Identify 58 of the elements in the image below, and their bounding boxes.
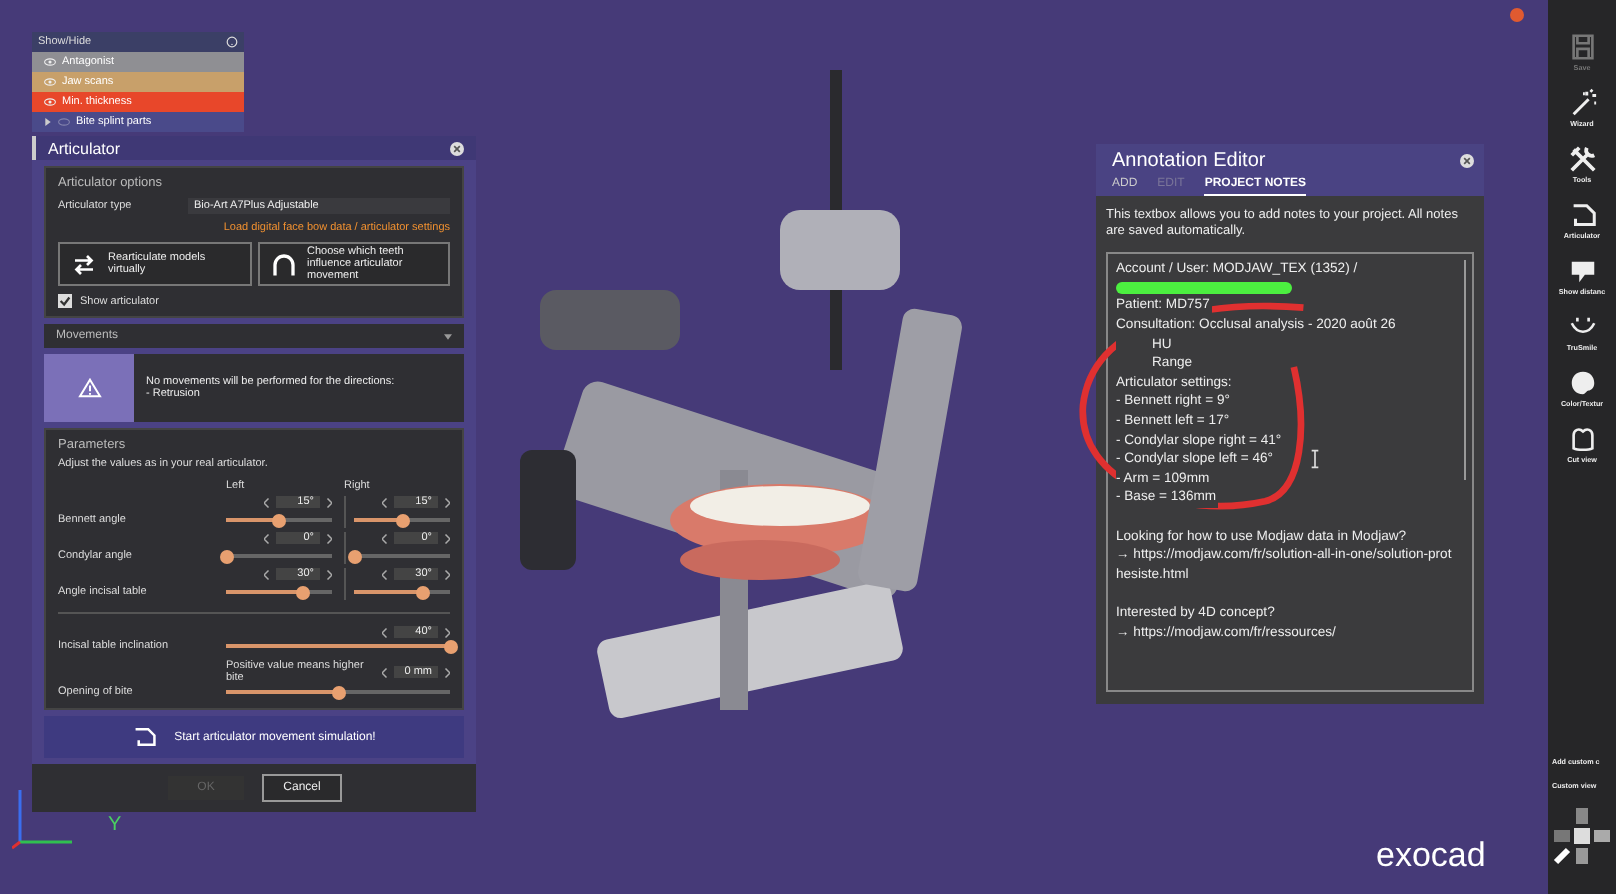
close-icon[interactable] (450, 141, 464, 156)
increment-icon[interactable] (326, 497, 332, 508)
logo-text: exocad (1376, 836, 1486, 876)
slider-thumb[interactable] (219, 549, 233, 564)
help-icon[interactable] (226, 36, 238, 48)
increment-icon[interactable] (444, 627, 450, 638)
swap-icon (72, 253, 96, 276)
speech-bubble-icon (1567, 256, 1597, 286)
slider-thumb[interactable] (272, 513, 286, 528)
increment-icon[interactable] (444, 497, 450, 508)
slider[interactable] (354, 554, 450, 559)
eye-icon[interactable] (44, 98, 56, 106)
palette-icon (1567, 368, 1597, 398)
decrement-icon[interactable] (264, 497, 270, 508)
slider[interactable] (354, 518, 450, 523)
slider-thumb[interactable] (295, 585, 310, 600)
slider[interactable] (226, 590, 332, 595)
expand-icon[interactable] (44, 118, 52, 126)
warning-icon (77, 378, 101, 399)
axis-label: Y (108, 814, 122, 836)
increment-icon[interactable] (444, 569, 450, 580)
save-icon (1567, 32, 1597, 62)
tools-icon (1567, 144, 1597, 174)
panel-title: Articulator (48, 139, 121, 158)
arch-icon (271, 253, 295, 276)
slider-thumb[interactable] (331, 685, 345, 700)
decrement-icon[interactable] (382, 667, 388, 678)
panel-title: Annotation Editor (1112, 150, 1266, 172)
magic-wand-icon (1567, 88, 1597, 118)
slider[interactable] (226, 690, 450, 695)
eye-icon[interactable] (44, 58, 56, 66)
close-icon[interactable] (1460, 154, 1474, 168)
decrement-icon[interactable] (382, 497, 388, 508)
notification-icon[interactable] (1510, 8, 1524, 22)
slider-thumb[interactable] (347, 549, 361, 564)
increment-icon[interactable] (326, 569, 332, 580)
slider-thumb[interactable] (443, 639, 457, 654)
slider-thumb[interactable] (416, 585, 431, 600)
decrement-icon[interactable] (382, 627, 388, 638)
increment-icon[interactable] (444, 533, 450, 544)
slider[interactable] (354, 590, 450, 595)
articulator-icon (132, 726, 159, 749)
decrement-icon[interactable] (264, 533, 270, 544)
slider-thumb[interactable] (395, 513, 409, 528)
scrollbar[interactable] (1463, 259, 1466, 480)
increment-icon[interactable] (326, 533, 332, 544)
checkbox[interactable] (58, 294, 72, 309)
view-cube-icon[interactable] (1552, 806, 1612, 866)
decrement-icon[interactable] (382, 569, 388, 580)
increment-icon[interactable] (444, 667, 450, 678)
notes-textarea[interactable] (1106, 251, 1474, 692)
slider[interactable] (226, 554, 332, 559)
decrement-icon[interactable] (264, 569, 270, 580)
caret-icon (444, 333, 452, 340)
slider[interactable] (226, 518, 332, 523)
tooth-icon (1567, 424, 1597, 454)
decrement-icon[interactable] (382, 533, 388, 544)
text-cursor-icon (1310, 448, 1320, 470)
